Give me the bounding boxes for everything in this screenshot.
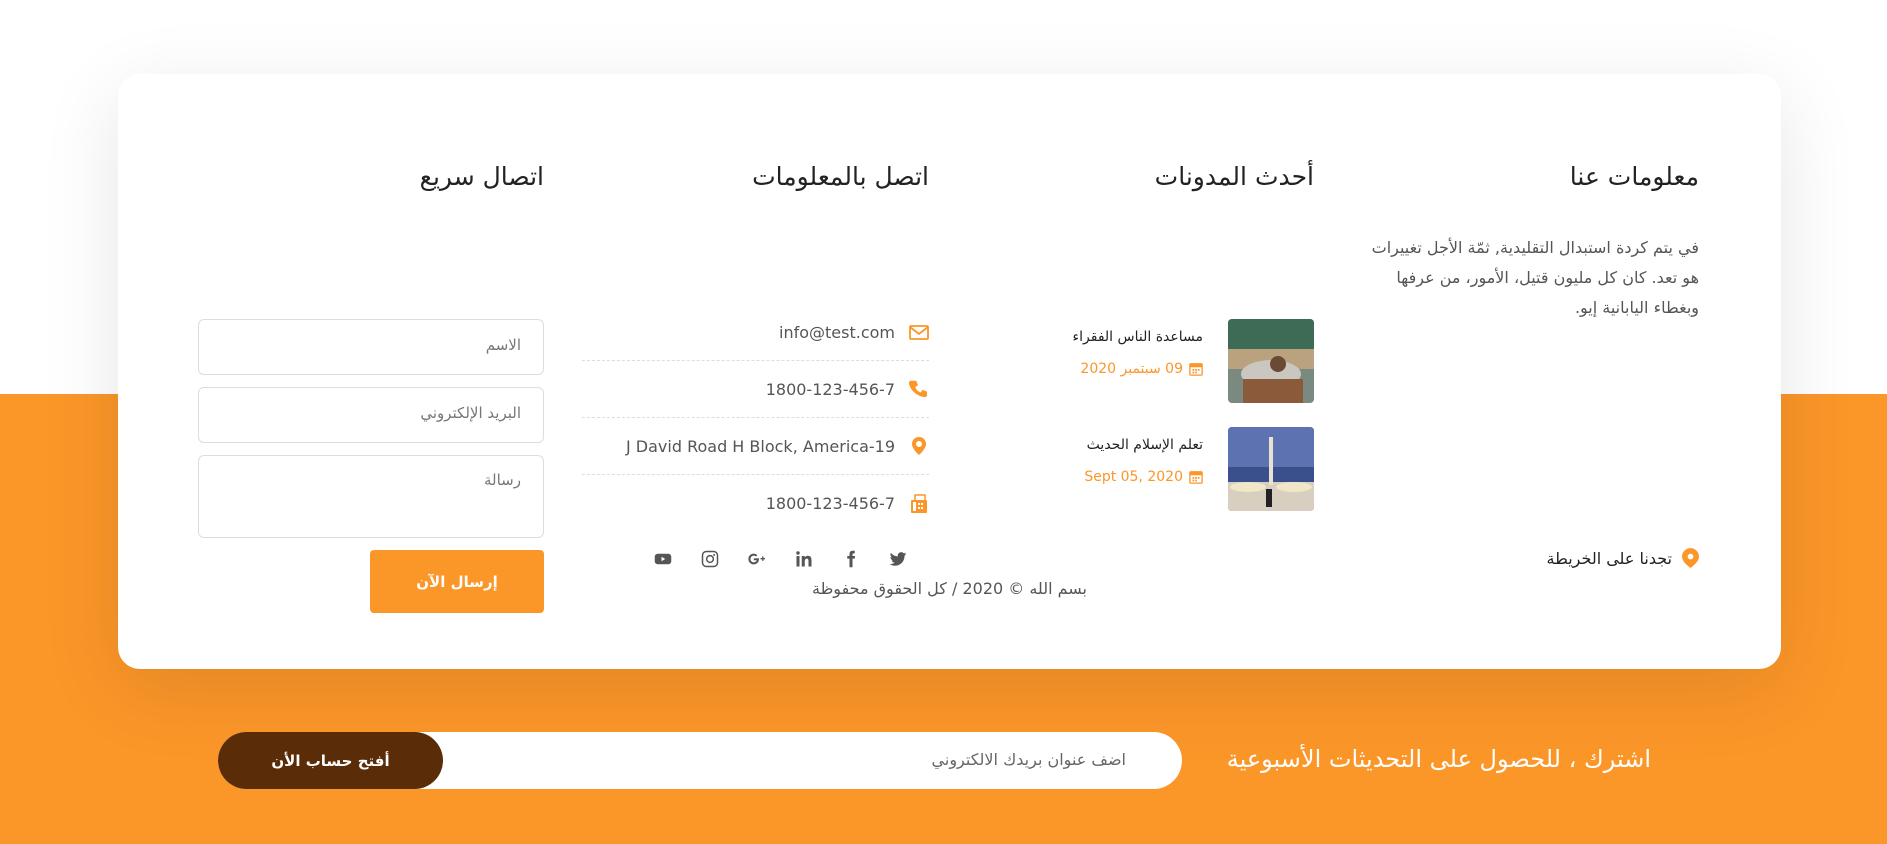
- copyright: بسم الله © 2020 / كل الحقوق محفوظة: [811, 579, 1087, 598]
- youtube-icon[interactable]: [652, 548, 674, 570]
- subscribe-button[interactable]: أفتح حساب الأن: [218, 732, 443, 789]
- blog-column: أحدث المدونات مساعدة الناس الفقراء 09 سب…: [969, 162, 1314, 511]
- blog-post[interactable]: مساعدة الناس الفقراء 09 سبتمبر 2020: [1073, 319, 1314, 403]
- subscribe-email-input[interactable]: اضف عنوان بريدك الالكتروني: [932, 750, 1126, 769]
- twitter-icon[interactable]: [887, 548, 909, 570]
- facebook-icon[interactable]: [840, 548, 862, 570]
- post-thumbnail[interactable]: [1228, 427, 1314, 511]
- contact-email-text[interactable]: info@test.com: [779, 323, 895, 342]
- subscribe-title: اشترك ، للحصول على التحديثات الأسبوعية: [1226, 745, 1651, 773]
- social-links: [652, 548, 909, 570]
- instagram-icon[interactable]: [699, 548, 721, 570]
- quick-contact-form: الاسم البريد الإلكتروني رسالة إرسال الآن: [198, 319, 544, 613]
- blog-post[interactable]: تعلم الإسلام الحديث Sept 05, 2020: [1084, 427, 1314, 511]
- subscribe-form: اضف عنوان بريدك الالكتروني أفتح حساب الأ…: [218, 732, 1182, 789]
- post-thumbnail[interactable]: [1228, 319, 1314, 403]
- name-input[interactable]: الاسم: [198, 319, 544, 375]
- calendar-icon: [1189, 471, 1203, 484]
- contact-fax-text[interactable]: 1800-123-456-7: [766, 494, 895, 513]
- post-title[interactable]: مساعدة الناس الفقراء: [1073, 329, 1203, 355]
- post-date-text: Sept 05, 2020: [1084, 469, 1183, 485]
- quick-contact-title: اتصال سريع: [419, 162, 544, 191]
- envelope-icon: [909, 325, 929, 340]
- post-date-text: 09 سبتمبر 2020: [1080, 361, 1183, 377]
- contact-address: J David Road H Block, America-19: [582, 418, 929, 475]
- email-input[interactable]: البريد الإلكتروني: [198, 387, 544, 443]
- fax-icon: [911, 493, 927, 513]
- map-link[interactable]: تجدنا على الخريطة: [1546, 548, 1699, 568]
- about-title: معلومات عنا: [1569, 162, 1699, 191]
- post-date: 09 سبتمبر 2020: [1073, 361, 1203, 377]
- phone-icon: [909, 380, 927, 397]
- contact-email[interactable]: info@test.com: [582, 304, 929, 361]
- map-pin-icon: [1682, 548, 1699, 568]
- contact-phone[interactable]: 1800-123-456-7: [582, 361, 929, 418]
- about-column: معلومات عنا في يتم كردة استبدال التقليدي…: [1354, 162, 1699, 568]
- post-date: Sept 05, 2020: [1084, 469, 1203, 485]
- quick-contact-column: اتصال سريع الاسم البريد الإلكتروني رسالة…: [198, 162, 544, 613]
- footer-card: معلومات عنا في يتم كردة استبدال التقليدي…: [118, 74, 1781, 669]
- message-input[interactable]: رسالة: [198, 455, 544, 538]
- calendar-icon: [1189, 363, 1203, 376]
- contact-title: اتصل بالمعلومات: [752, 162, 929, 191]
- contact-list: info@test.com 1800-123-456-7 J David Roa…: [582, 304, 929, 532]
- contact-column: اتصل بالمعلومات info@test.com 1800-123-4…: [582, 162, 929, 568]
- blog-title: أحدث المدونات: [1154, 162, 1314, 191]
- map-pin-icon: [912, 437, 926, 455]
- google-plus-icon[interactable]: [746, 548, 768, 570]
- post-title[interactable]: تعلم الإسلام الحديث: [1084, 437, 1203, 463]
- linkedin-icon[interactable]: [793, 548, 815, 570]
- contact-fax[interactable]: 1800-123-456-7: [582, 475, 929, 532]
- map-link-label: تجدنا على الخريطة: [1546, 548, 1673, 568]
- contact-address-text: J David Road H Block, America-19: [625, 436, 895, 456]
- about-text: في يتم كردة استبدال التقليدية, ثمّة الأج…: [1371, 238, 1699, 317]
- contact-phone-text[interactable]: 1800-123-456-7: [766, 380, 895, 399]
